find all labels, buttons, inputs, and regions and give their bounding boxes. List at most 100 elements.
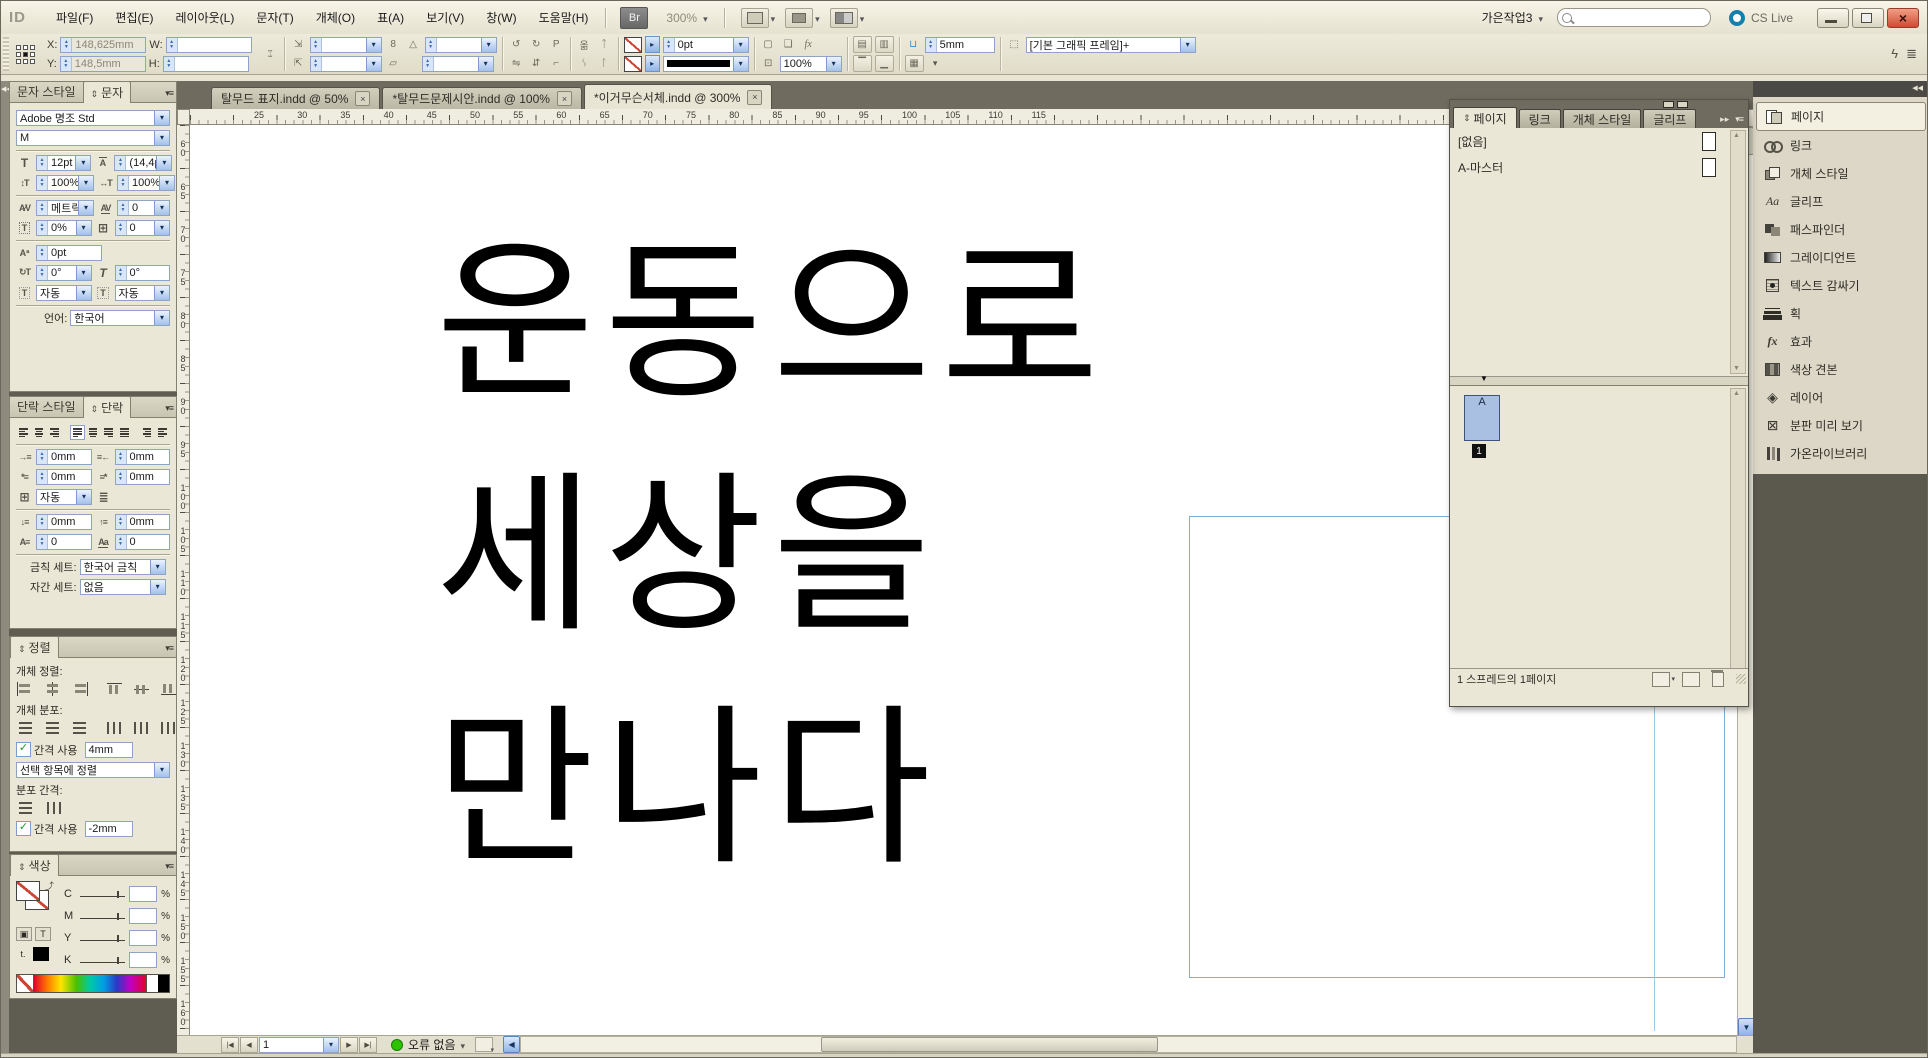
channel-percent-field[interactable] [129, 930, 157, 946]
scroll-down-button[interactable]: ▼ [1738, 1018, 1753, 1036]
master-page-row[interactable]: A-마스터 [1450, 154, 1748, 180]
white-swatch[interactable] [146, 975, 158, 992]
spinner[interactable] [116, 221, 127, 235]
height-field[interactable] [163, 56, 249, 72]
dock-item[interactable]: 레이어 [1756, 384, 1926, 411]
quick-apply-icon[interactable]: ϟ [1891, 46, 1898, 62]
tab-character-styles[interactable]: 문자 스타일 [10, 81, 83, 102]
font-size-field[interactable]: 12pt [36, 155, 91, 171]
rotate-ccw-icon[interactable]: ↺ [508, 37, 525, 52]
text-frame-options-icon[interactable]: ▥ [875, 36, 894, 53]
mojikumi-field[interactable]: 없음 [80, 579, 166, 595]
dropdown-arrow[interactable] [150, 560, 165, 574]
search-input[interactable] [1557, 8, 1711, 27]
edit-page-size-icon[interactable] [1652, 672, 1670, 687]
align-vertical-centers-button[interactable] [132, 682, 151, 696]
dock-item[interactable]: 텍스트 감싸기 [1756, 272, 1926, 299]
channel-percent-field[interactable] [129, 908, 157, 924]
align-to-field[interactable]: 선택 항목에 정렬 [16, 762, 170, 778]
shear-angle-field[interactable] [422, 56, 494, 72]
spinner[interactable] [167, 38, 178, 52]
baseline-options-dd[interactable] [927, 56, 944, 71]
spinner[interactable] [118, 201, 129, 215]
grid-count-field[interactable]: 0 [115, 220, 171, 236]
dropdown-arrow[interactable] [75, 156, 90, 170]
kerning-field[interactable]: 메트릭 [36, 200, 94, 216]
pages-panel-titlebar[interactable] [1450, 100, 1748, 107]
align-left-button[interactable] [16, 425, 31, 440]
channel-slider[interactable] [80, 911, 125, 921]
font-style-field[interactable]: M [16, 130, 170, 146]
chevron-down-icon[interactable] [815, 11, 820, 25]
menu-item[interactable]: 도움말(H) [528, 3, 600, 32]
spinner[interactable] [116, 450, 127, 464]
select-content-icon[interactable]: ᛏ [596, 37, 613, 52]
preflight-status[interactable]: 오류 없음 [391, 1036, 465, 1053]
workspace-switcher[interactable]: 가은작업3 [1482, 9, 1543, 26]
align-towards-spine-button[interactable] [140, 425, 155, 440]
spinner[interactable] [115, 156, 126, 170]
tab-paragraph[interactable]: 단락 [83, 396, 132, 418]
dropdown-arrow[interactable] [366, 57, 381, 71]
spinner[interactable] [37, 176, 48, 190]
spinner[interactable] [664, 38, 675, 52]
document-text[interactable]: 운동으로세상을만나다 [436, 209, 1109, 908]
align-center-button[interactable] [32, 425, 47, 440]
distribute-top-edges-button[interactable] [16, 721, 35, 735]
dock-item[interactable]: 글리프 [1756, 188, 1926, 215]
panel-menu-icon[interactable] [165, 643, 173, 654]
dropdown-arrow[interactable] [154, 221, 169, 235]
collapse-dock-strip[interactable]: ◀◀ [1, 81, 9, 1053]
horizontal-scale-field[interactable]: 100% [117, 175, 175, 191]
dropdown-arrow[interactable] [733, 38, 748, 52]
proportional-spacing-field[interactable]: 0% [36, 220, 92, 236]
dropdown-arrow[interactable] [76, 286, 91, 300]
zoom-level-dropdown[interactable]: 300% [666, 11, 707, 25]
dropdown-arrow[interactable] [1180, 38, 1195, 52]
dropdown-arrow[interactable] [76, 490, 91, 504]
minimize-button[interactable] [1817, 8, 1849, 28]
align-spacing-field[interactable]: 4mm [85, 742, 133, 758]
menu-item[interactable]: 창(W) [475, 3, 527, 32]
space-before-field[interactable]: 0mm [36, 514, 92, 530]
color-spectrum-ramp[interactable] [16, 974, 170, 993]
spinner[interactable] [37, 470, 48, 484]
next-page-button[interactable] [340, 1037, 358, 1053]
distribute-vertical-space-button[interactable] [16, 801, 35, 815]
left-indent-field[interactable]: 0mm [36, 449, 92, 465]
dropdown-arrow[interactable] [323, 1038, 338, 1052]
dropdown-arrow[interactable] [154, 111, 169, 125]
spinner[interactable] [164, 57, 175, 71]
panel-menu-icon[interactable] [165, 403, 173, 414]
dropdown-arrow[interactable] [481, 38, 496, 52]
panel-menu-icon[interactable] [165, 88, 173, 99]
constrain-proportions-icon[interactable]: ⑄ [262, 47, 279, 62]
panel-menu-icon[interactable] [165, 861, 173, 872]
auto-field-2[interactable]: 자동 [115, 285, 171, 301]
rotate-cw-icon[interactable]: ↻ [528, 37, 545, 52]
dropdown-arrow[interactable] [154, 131, 169, 145]
flip-horizontal-icon[interactable]: ⇋ [508, 56, 525, 71]
page-thumbnail[interactable]: A [1464, 395, 1500, 441]
dropdown-arrow[interactable] [826, 57, 841, 71]
spinner[interactable] [116, 535, 127, 549]
select-prev-icon[interactable]: ᛊ [576, 56, 593, 71]
close-tab-icon[interactable] [355, 91, 370, 106]
masters-scrollbar[interactable] [1730, 130, 1746, 374]
spinner[interactable] [37, 156, 48, 170]
text-columns-icon[interactable]: ▤ [853, 36, 872, 53]
close-tab-icon[interactable] [557, 91, 572, 106]
spinner[interactable] [37, 246, 48, 260]
pages-panel-tab[interactable]: 개체 스타일 [1563, 109, 1642, 128]
skew-field[interactable]: 0° [115, 265, 171, 281]
dock-item[interactable]: 그레이디언트 [1756, 244, 1926, 271]
distribute-horizontal-centers-button[interactable] [132, 721, 151, 735]
space-after-field[interactable]: 0mm [115, 514, 171, 530]
distribute-left-edges-button[interactable] [105, 721, 124, 735]
fill-swatch-none[interactable] [16, 881, 40, 901]
dropdown-arrow[interactable] [78, 176, 93, 190]
align-right-edges-button[interactable] [70, 682, 89, 696]
spinner[interactable] [118, 176, 129, 190]
reference-point-proxy[interactable] [14, 43, 37, 66]
restore-button[interactable] [1852, 8, 1884, 28]
